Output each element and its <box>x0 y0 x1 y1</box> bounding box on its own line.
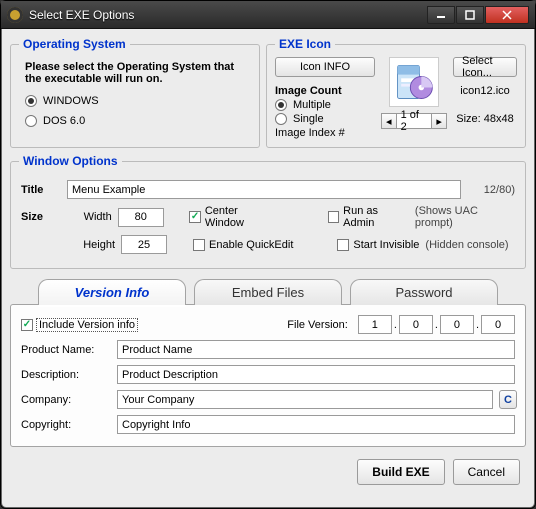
file-version-1[interactable] <box>358 315 392 334</box>
minimize-button[interactable] <box>427 6 455 24</box>
size-label: Size <box>21 211 60 223</box>
run-as-admin-hint: (Shows UAC prompt) <box>415 205 515 229</box>
window-title: Select EXE Options <box>29 8 426 22</box>
company-label: Company: <box>21 394 111 406</box>
center-window-checkbox[interactable]: Center Window <box>189 205 277 229</box>
tab-embed-files[interactable]: Embed Files <box>194 279 342 305</box>
product-name-input[interactable] <box>117 340 515 359</box>
height-input[interactable] <box>121 235 167 254</box>
version-info-panel: Include Version info File Version: . . .… <box>10 304 526 447</box>
select-icon-button[interactable]: Select Icon... <box>453 57 517 77</box>
os-option-dos[interactable]: DOS 6.0 <box>25 115 245 127</box>
icon-info-button[interactable]: Icon INFO <box>275 57 375 77</box>
window-options-legend: Window Options <box>19 154 122 168</box>
company-input[interactable] <box>117 390 493 409</box>
tab-bar: Version Info Embed Files Password <box>10 279 526 305</box>
box-disc-icon <box>392 60 436 104</box>
description-input[interactable] <box>117 365 515 384</box>
window-options-group: Window Options Title 12/80) Size Width C… <box>10 154 526 269</box>
copyright-label: Copyright: <box>21 419 111 431</box>
title-input[interactable] <box>67 180 461 199</box>
os-legend: Operating System <box>19 37 130 51</box>
radio-icon <box>25 115 37 127</box>
os-option-windows[interactable]: WINDOWS <box>25 95 245 107</box>
tab-password[interactable]: Password <box>350 279 498 305</box>
checkbox-icon <box>189 211 201 223</box>
checkbox-label: Include Version info <box>37 319 137 331</box>
checkbox-icon <box>337 239 349 251</box>
exe-icon-legend: EXE Icon <box>275 37 335 51</box>
checkbox-icon <box>328 211 340 223</box>
radio-icon <box>25 95 37 107</box>
title-label: Title <box>21 184 61 196</box>
file-version-label: File Version: <box>287 319 348 331</box>
icon-filename: icon12.ico <box>460 85 510 97</box>
maximize-button[interactable] <box>456 6 484 24</box>
checkbox-icon <box>193 239 205 251</box>
enable-quickedit-checkbox[interactable]: Enable QuickEdit <box>193 239 293 251</box>
icon-size-label: Size: 48x48 <box>456 113 513 125</box>
radio-icon <box>275 99 287 111</box>
image-index-label: Image Index # <box>275 127 345 139</box>
height-label: Height <box>67 239 115 251</box>
os-option-label: WINDOWS <box>43 95 99 107</box>
exe-icon-group: EXE Icon Icon INFO Image Count Multiple … <box>266 37 526 148</box>
radio-label: Single <box>293 113 324 125</box>
image-count-label: Image Count <box>275 85 375 97</box>
width-label: Width <box>66 211 112 223</box>
titlebar[interactable]: Select EXE Options <box>1 1 535 29</box>
index-value: 1 of 2 <box>397 113 432 129</box>
radio-icon <box>275 113 287 125</box>
icon-preview <box>389 57 439 107</box>
cancel-button[interactable]: Cancel <box>453 459 520 485</box>
index-prev-button[interactable]: ◂ <box>381 113 397 129</box>
company-c-button[interactable]: C <box>499 390 517 409</box>
run-as-admin-checkbox[interactable]: Run as Admin <box>328 205 409 229</box>
close-button[interactable] <box>485 6 529 24</box>
file-version-4[interactable] <box>481 315 515 334</box>
build-exe-button[interactable]: Build EXE <box>357 459 444 485</box>
description-label: Description: <box>21 369 111 381</box>
file-version-3[interactable] <box>440 315 474 334</box>
os-option-label: DOS 6.0 <box>43 115 85 127</box>
operating-system-group: Operating System Please select the Opera… <box>10 37 260 148</box>
checkbox-label: Run as Admin <box>343 205 409 229</box>
index-next-button[interactable]: ▸ <box>431 113 447 129</box>
checkbox-label: Enable QuickEdit <box>209 239 293 251</box>
start-invisible-hint: (Hidden console) <box>425 239 508 251</box>
app-icon <box>7 7 23 23</box>
checkbox-label: Start Invisible <box>353 239 419 251</box>
include-version-checkbox[interactable]: Include Version info <box>21 319 137 331</box>
width-input[interactable] <box>118 208 164 227</box>
checkbox-icon <box>21 319 33 331</box>
copyright-input[interactable] <box>117 415 515 434</box>
start-invisible-checkbox[interactable]: Start Invisible <box>337 239 419 251</box>
image-count-multiple[interactable]: Multiple <box>275 99 375 111</box>
radio-label: Multiple <box>293 99 331 111</box>
product-name-label: Product Name: <box>21 344 111 356</box>
file-version-2[interactable] <box>399 315 433 334</box>
checkbox-label: Center Window <box>205 205 277 229</box>
os-prompt: Please select the Operating System that … <box>25 61 245 85</box>
image-count-single[interactable]: Single <box>275 113 375 125</box>
tab-version-info[interactable]: Version Info <box>38 279 186 305</box>
title-counter: 12/80) <box>467 184 515 196</box>
